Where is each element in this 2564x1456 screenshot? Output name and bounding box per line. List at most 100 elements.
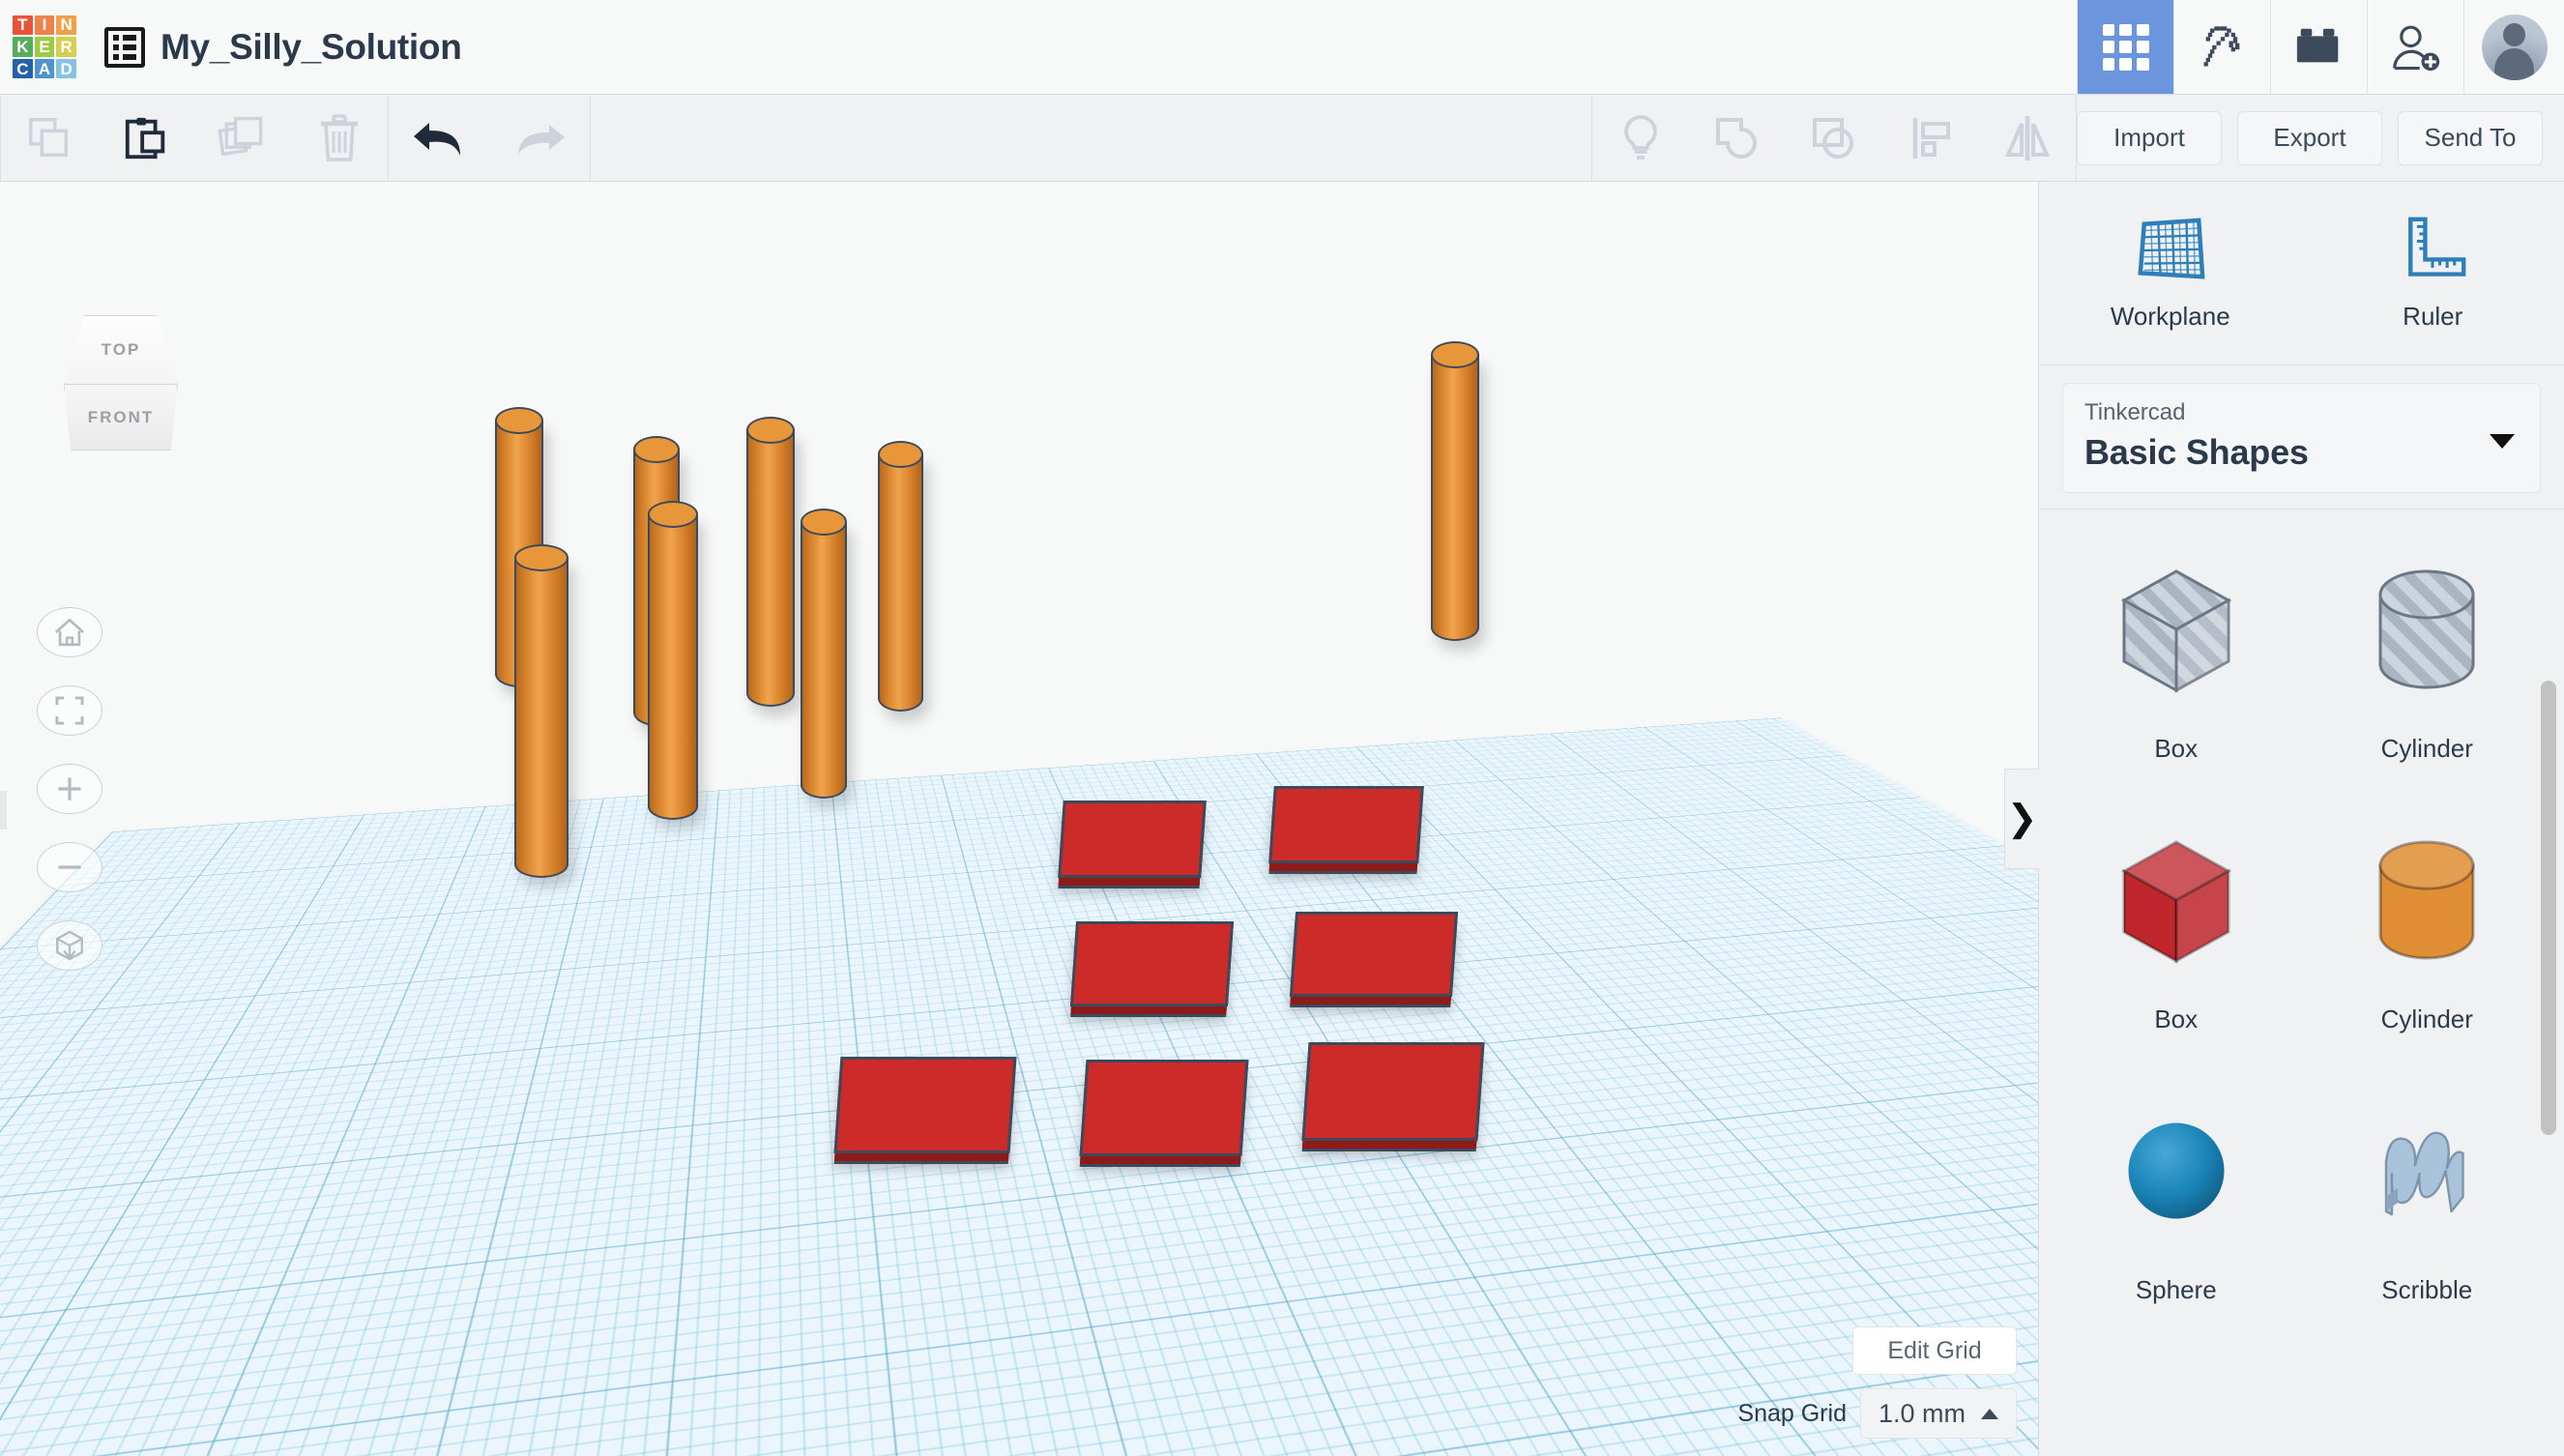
box-top-face [1289, 912, 1459, 997]
cylinder-body [1431, 355, 1479, 641]
projection-toggle-button[interactable] [37, 920, 102, 971]
header-tool-invite-people[interactable] [2367, 0, 2463, 94]
user-profile-button[interactable] [2463, 0, 2564, 94]
delete-button[interactable] [291, 95, 388, 181]
toolbar-edit-group [1, 95, 388, 181]
ungroup-button[interactable] [1786, 95, 1882, 181]
box-top-face [1058, 801, 1207, 878]
toolbar-history-group [389, 95, 590, 181]
view-cube-front-label: FRONT [87, 407, 155, 426]
ruler-icon [2408, 217, 2466, 277]
workplane-watermark: Workplane [0, 1407, 814, 1456]
send-to-button[interactable]: Send To [2398, 110, 2543, 165]
shape-item-box-0[interactable]: Box [2051, 535, 2302, 805]
home-icon [54, 618, 85, 647]
header-tool-shapes-grid[interactable] [2077, 0, 2173, 94]
page-title[interactable]: My_Silly_Solution [160, 0, 485, 94]
import-button[interactable]: Import [2077, 110, 2222, 165]
view-cube-top-face[interactable]: TOP [64, 315, 178, 385]
zoom-in-button[interactable] [37, 764, 102, 814]
shapes-panel: ❯ Workplane Ruler Tinkercad Basic Shapes… [2004, 182, 2564, 1456]
view-cube-top-label: TOP [101, 340, 141, 359]
logo-tile-d: D [56, 58, 76, 79]
project-menu-button[interactable] [89, 0, 160, 94]
copy-icon [29, 117, 69, 157]
copy-button[interactable] [1, 95, 98, 181]
shape-item-label: Sphere [2135, 1275, 2217, 1304]
duplicate-button[interactable] [194, 95, 291, 181]
cylinder-top-cap [801, 509, 847, 536]
edit-grid-button[interactable]: Edit Grid [1852, 1326, 2017, 1375]
caret-up-icon [1981, 1408, 1998, 1419]
panel-scrollbar[interactable] [2541, 681, 2556, 1454]
trash-icon [321, 113, 358, 161]
panel-scrollbar-thumb[interactable] [2541, 681, 2556, 1135]
box-object[interactable] [1058, 801, 1207, 878]
minus-icon [58, 865, 81, 869]
workplane-grid-icon [2138, 218, 2205, 279]
view-cube[interactable]: TOP FRONT [56, 315, 184, 451]
shape-item-cylinder-3[interactable]: Cylinder [2302, 805, 2553, 1076]
shape-item-cylinder-1[interactable]: Cylinder [2302, 535, 2553, 805]
header-tool-minecraft[interactable] [2173, 0, 2270, 94]
export-button[interactable]: Export [2237, 110, 2382, 165]
sphere-solid-icon [2104, 1084, 2249, 1258]
cylinder-object[interactable] [878, 441, 923, 712]
cylinder-object[interactable] [1431, 341, 1479, 641]
tinkercad-logo[interactable]: TIN KER CAD [0, 0, 89, 94]
cylinder-body [746, 430, 795, 707]
box-object[interactable] [1268, 786, 1424, 863]
ruler-tool-label: Ruler [2403, 302, 2463, 331]
cylinder-top-cap [495, 407, 543, 434]
redo-arrow-icon [518, 124, 565, 154]
mirror-button[interactable] [1979, 95, 2076, 181]
paste-button[interactable] [98, 95, 194, 181]
box-object[interactable] [1301, 1042, 1485, 1141]
shape-item-label: Box [2154, 1005, 2199, 1034]
box-object[interactable] [833, 1057, 1017, 1153]
shape-item-sphere-4[interactable]: Sphere [2051, 1076, 2302, 1347]
shape-list: Box Cylinder Box Cylinder Sphere Scribble [2039, 510, 2564, 1456]
cylinder-object[interactable] [514, 544, 568, 878]
hint-button[interactable] [1592, 95, 1689, 181]
shape-library-dropdown[interactable]: Tinkercad Basic Shapes [2062, 383, 2541, 493]
person-add-icon [2392, 25, 2439, 71]
panel-collapse-button[interactable]: ❯ [2004, 769, 2039, 869]
workplane-tool[interactable]: Workplane [2039, 182, 2302, 364]
snap-grid-row: Snap Grid 1.0 mm [1737, 1388, 2017, 1439]
shape-item-scribble-5[interactable]: Scribble [2302, 1076, 2553, 1347]
box-object[interactable] [1069, 921, 1235, 1006]
viewport-controls [37, 607, 102, 971]
library-name-label: Basic Shapes [2084, 432, 2309, 472]
ruler-tool[interactable]: Ruler [2302, 182, 2564, 364]
main-toolbar: Import Export Send To [0, 95, 2564, 182]
workplane-grid[interactable]: Workplane [0, 717, 2038, 1456]
fit-to-view-button[interactable] [37, 685, 102, 736]
paste-icon [125, 117, 165, 159]
redo-button[interactable] [489, 95, 590, 181]
undo-button[interactable] [389, 95, 489, 181]
cylinder-object[interactable] [746, 417, 795, 707]
cylinder-object[interactable] [648, 501, 698, 820]
plus-icon [58, 777, 81, 801]
align-button[interactable] [1882, 95, 1979, 181]
lightbulb-icon [1624, 114, 1657, 160]
3d-canvas[interactable]: Workplane TOP FRONT [0, 182, 2038, 1456]
home-view-button[interactable] [37, 607, 102, 657]
cylinder-top-cap [878, 441, 923, 468]
view-cube-front-face[interactable]: FRONT [64, 385, 178, 451]
group-button[interactable] [1689, 95, 1786, 181]
header-tool-lego-bricks[interactable] [2270, 0, 2367, 94]
align-icon [1912, 117, 1950, 159]
zoom-out-button[interactable] [37, 842, 102, 892]
box-object[interactable] [1289, 912, 1459, 997]
cylinder-object[interactable] [801, 509, 847, 799]
box-top-face [1069, 921, 1235, 1006]
snap-grid-select[interactable]: 1.0 mm [1859, 1388, 2017, 1439]
box-object[interactable] [1079, 1060, 1249, 1156]
cube-arrow-icon [56, 930, 83, 961]
3d-scene: Workplane [0, 182, 2038, 1456]
logo-tile-a: A [34, 58, 55, 79]
brick-icon [2296, 28, 2338, 62]
shape-item-box-2[interactable]: Box [2051, 805, 2302, 1076]
